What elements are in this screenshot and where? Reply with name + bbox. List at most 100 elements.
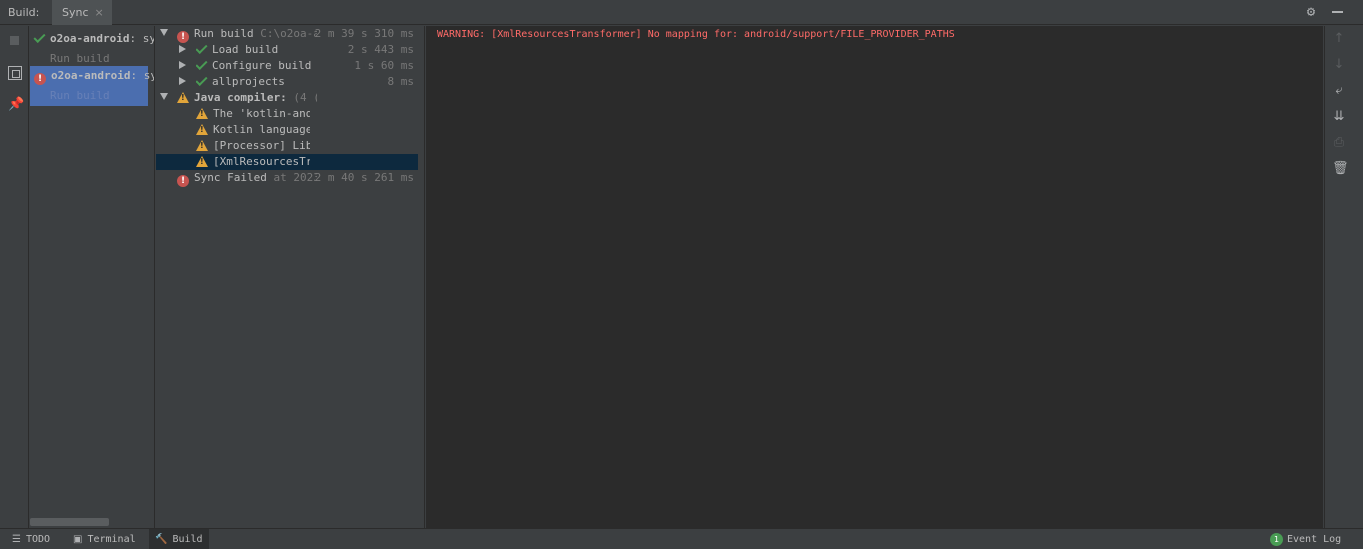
tool-window-title: Build: [8,6,40,19]
project-name: o2oa-android [50,32,130,45]
tab-sync-label: Sync [62,6,89,19]
history-entry-rest: : sy [130,69,155,82]
tab-build[interactable]: 🔨 Build [149,529,209,549]
tab-terminal[interactable]: ▣ Terminal [67,529,142,549]
restore-layout-icon[interactable] [8,66,22,80]
tree-row-warning[interactable]: [Processor] Libr [156,138,418,154]
history-entry-title: ! o2oa-android: sy [34,69,155,85]
tree-row-content: The 'kotlin-andr [196,107,310,120]
tab-sync[interactable]: Sync × [52,0,112,25]
warning-icon [196,140,208,151]
bottom-tool-window-bar: ☰ TODO ▣ Terminal 🔨 Build 1 Event Log [0,528,1363,549]
tree-row-content: Kotlin language [196,123,310,136]
terminal-icon: ▣ [73,533,83,545]
tree-row-content: [Processor] Libr [196,139,310,152]
build-tool-window-header: Build: Sync × ⚙ [0,0,1363,25]
tree-row-content: Java compiler: (4 ( [177,91,317,104]
stop-icon[interactable] [8,34,22,48]
error-icon: ! [177,175,189,187]
trash-icon[interactable]: 🗑 [1332,162,1349,176]
tree-row-warning[interactable]: Kotlin language [156,122,418,138]
error-icon: ! [34,73,46,85]
expand-right-icon[interactable] [179,61,186,69]
tree-row-timestamp: at 2023, [273,171,317,184]
project-name: o2oa-android [51,69,131,82]
tree-row-label: Java compiler: [194,91,287,104]
tree-row-warning-selected[interactable]: [XmlResourcesTra [156,154,418,170]
duration: 1 s 60 ms [354,59,414,72]
build-history-list: o2oa-android: sy Run build ! o2oa-android… [30,26,155,528]
tree-row-content: ! Sync Failed at 2023, [177,171,317,187]
list-icon: ☰ [12,533,21,545]
hammer-icon: 🔨 [155,533,168,545]
expand-down-icon[interactable] [160,29,168,36]
horizontal-scrollbar[interactable] [30,518,109,526]
success-check-icon [196,59,208,71]
expand-right-icon[interactable] [179,77,186,85]
warning-icon [196,156,208,167]
duration: 8 ms [387,75,415,88]
tree-row-label: allprojects [212,75,285,88]
tree-row-allprojects[interactable]: allprojects 8 ms [156,74,418,90]
gear-icon[interactable]: ⚙ [1303,4,1319,20]
soft-wrap-icon[interactable]: ⤶ [1332,84,1346,98]
event-log-button[interactable]: 1 Event Log [1270,529,1341,549]
tab-todo[interactable]: ☰ TODO [6,529,56,549]
tree-row-content: Configure build [196,59,336,72]
tree-row-label: Configure build [212,59,312,72]
tree-row-label: Kotlin language [213,123,310,136]
tree-row-label: [XmlResourcesTra [213,155,310,168]
history-entry[interactable]: o2oa-android: sy Run build [30,29,154,69]
warning-icon [177,92,189,103]
success-check-icon [196,43,208,55]
tab-build-label: Build [172,533,203,545]
history-entry-rest: : sy [129,32,155,45]
tree-row-run-build[interactable]: ! Run build C:\o2oa-a 2 m 39 s 310 ms [156,26,418,43]
expand-right-icon[interactable] [179,45,186,53]
event-count-badge: 1 [1270,532,1283,546]
tree-row-content: [XmlResourcesTra [196,155,310,168]
arrow-up-icon[interactable]: ↑ [1332,32,1346,46]
print-icon[interactable]: ⎙ [1332,136,1346,150]
history-entry-subtitle: Run build [50,52,110,65]
close-icon[interactable]: × [95,6,104,19]
success-check-icon [196,75,208,87]
console-output[interactable]: WARNING: [XmlResourcesTransformer] No ma… [426,26,1323,528]
warning-icon [196,108,208,119]
tree-row-label: The 'kotlin-andr [213,107,310,120]
history-entry-selected[interactable]: ! o2oa-android: sy Run build [30,66,154,106]
tree-row-label: [Processor] Libr [213,139,310,152]
tree-row-java-compiler[interactable]: Java compiler: (4 ( [156,90,418,106]
build-output-tree: ! Run build C:\o2oa-a 2 m 39 s 310 ms Loa… [156,26,425,528]
tree-row-content: ! Run build C:\o2oa-a [177,27,317,43]
arrow-down-icon[interactable]: ↓ [1332,58,1346,72]
history-entry-title: o2oa-android: sy [33,30,155,45]
console-warning-line: WARNING: [XmlResourcesTransformer] No ma… [437,29,955,40]
minimize-icon[interactable] [1330,4,1346,20]
duration: 2 m 39 s 310 ms [314,27,414,40]
left-toolbar: 📌 [0,26,29,528]
tree-row-count: (4 ( [286,91,317,104]
duration: 2 m 40 s 261 ms [314,171,414,184]
duration: 2 s 443 ms [347,43,414,56]
tree-row-load-build[interactable]: Load build 2 s 443 ms [156,42,418,58]
warning-icon [196,124,208,135]
tree-row-label: Load build [212,43,279,56]
tree-row-label: Run build [194,27,254,40]
tree-row-label: Sync Failed [194,171,267,184]
tab-terminal-label: Terminal [87,533,136,545]
pin-icon[interactable]: 📌 [8,98,24,112]
success-check-icon [33,30,46,44]
tree-row-path: C:\o2oa-a [253,27,317,40]
history-entry-subtitle: Run build [50,89,110,102]
scroll-to-end-icon[interactable]: ⇊ [1332,110,1346,124]
tree-row-sync-failed[interactable]: ! Sync Failed at 2023, 2 m 40 s 261 ms [156,170,418,187]
event-log-label: Event Log [1287,533,1342,545]
tree-row-warning[interactable]: The 'kotlin-andr [156,106,418,122]
tree-row-content: Load build [196,43,336,56]
expand-down-icon[interactable] [160,93,168,100]
tree-row-content: allprojects [196,75,336,88]
right-toolbar: ↑ ↓ ⤶ ⇊ ⎙ 🗑 [1324,26,1363,528]
tab-todo-label: TODO [25,533,51,545]
tree-row-configure-build[interactable]: Configure build 1 s 60 ms [156,58,418,74]
